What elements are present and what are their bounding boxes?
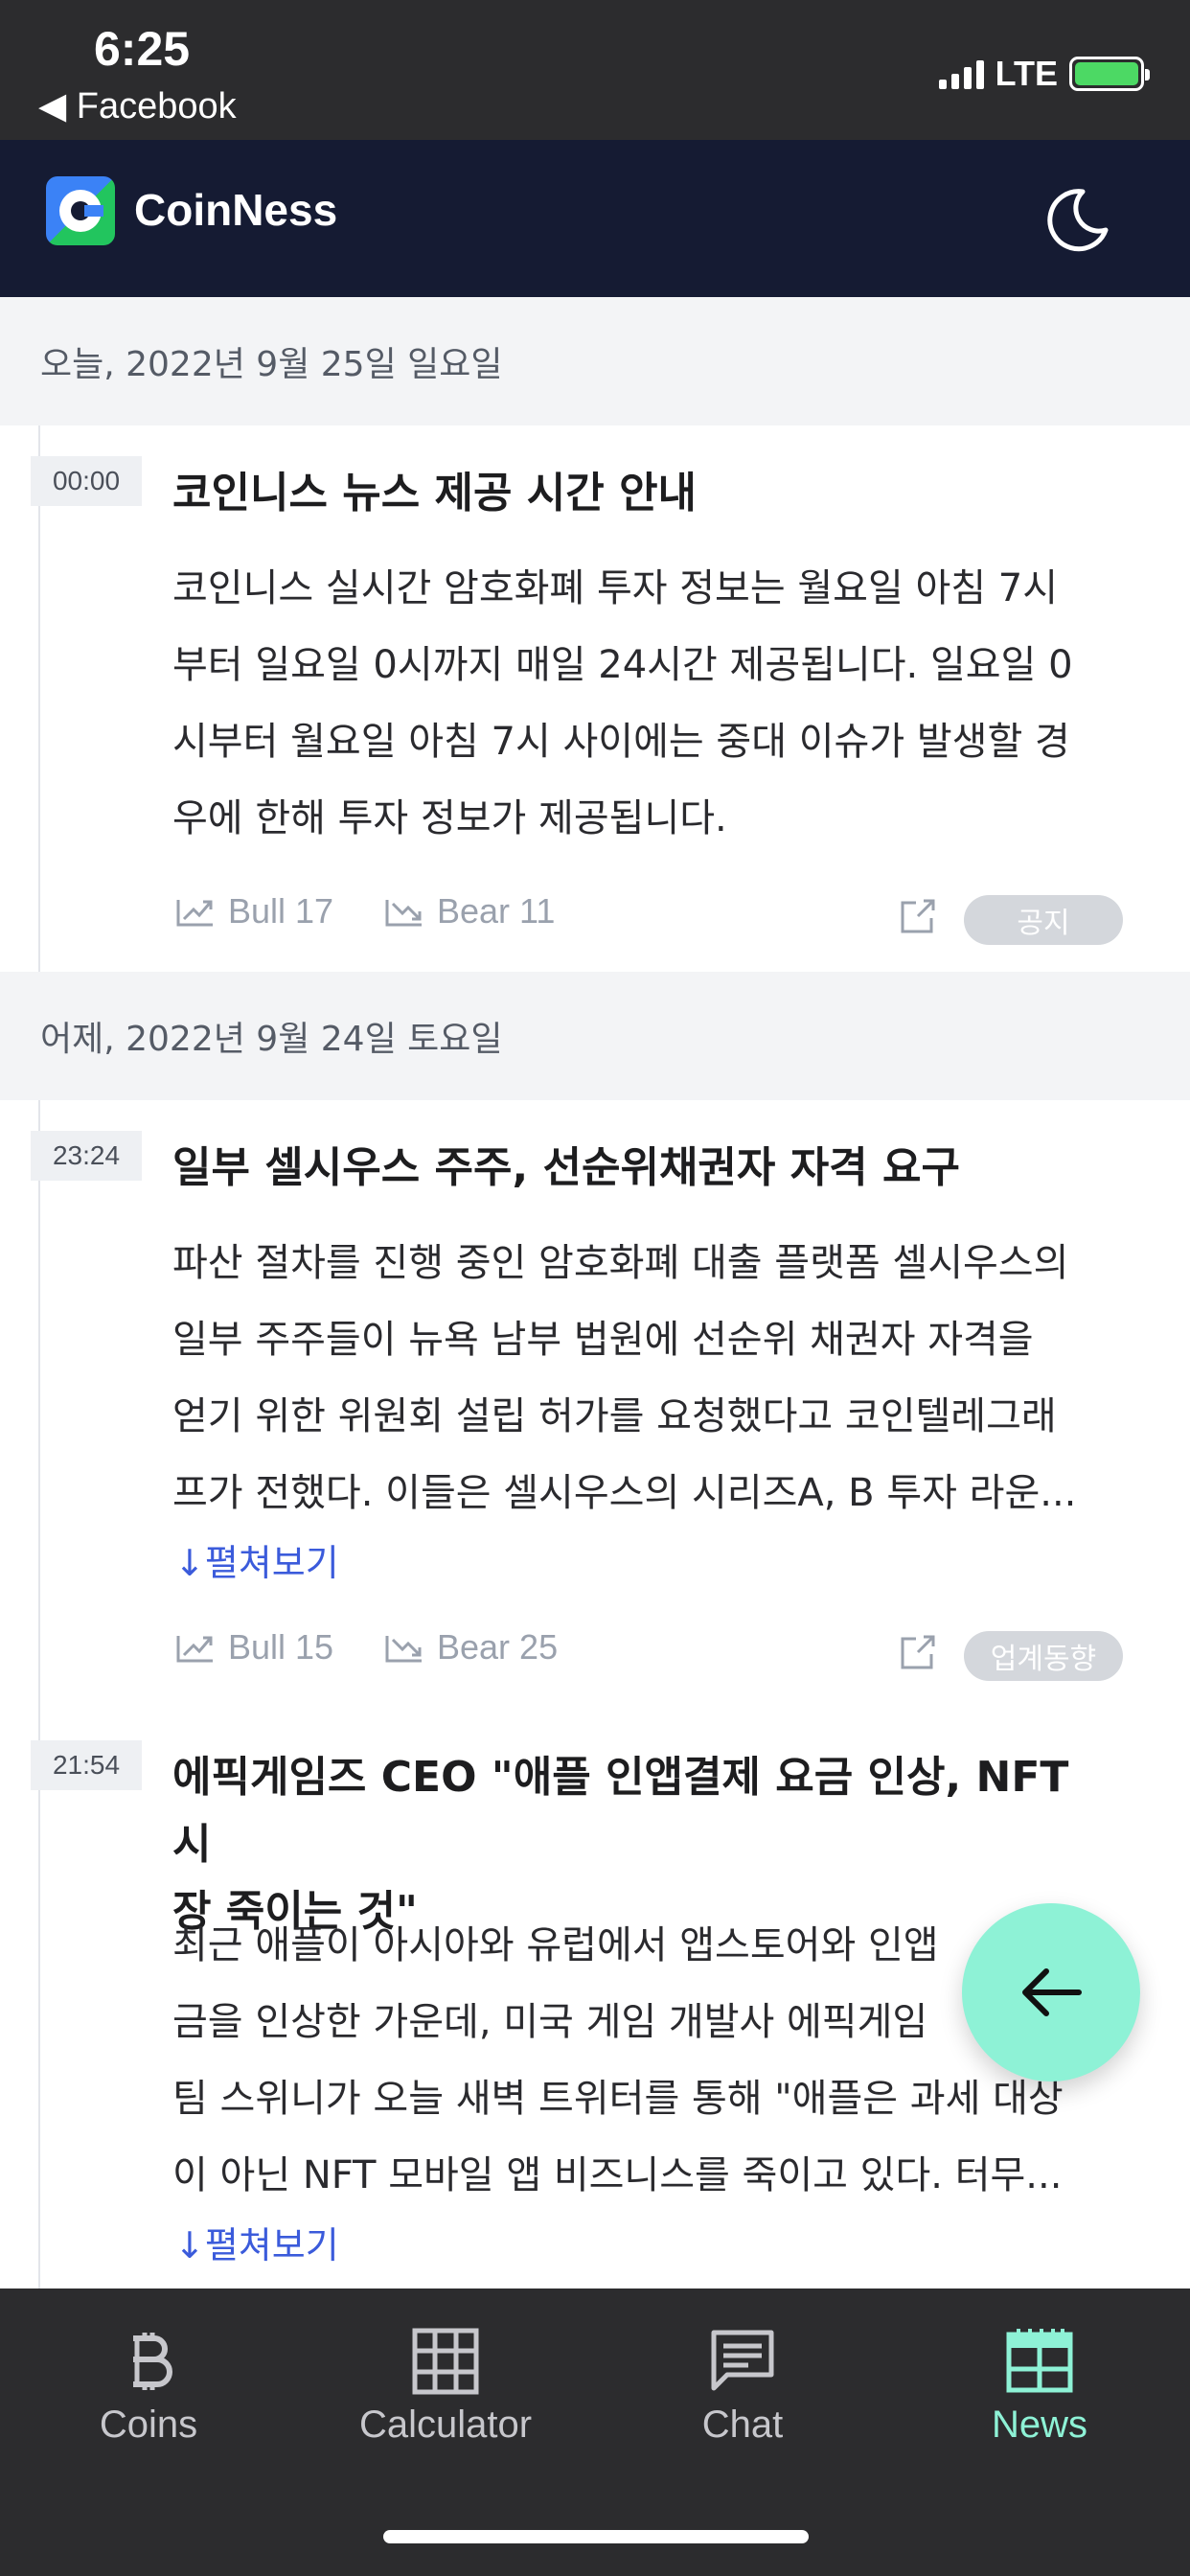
status-indicators: LTE — [938, 54, 1150, 94]
app-header: CoinNess — [0, 140, 1190, 297]
news-icon — [1006, 2329, 1073, 2393]
bear-count: Bear 11 — [437, 891, 556, 931]
nav-chat[interactable]: Chat — [594, 2325, 891, 2447]
bitcoin-icon — [133, 2333, 172, 2390]
news-body[interactable]: 파산 절차를 진행 중인 암호화폐 대출 플랫폼 셀시우스의 일부 주주들이 뉴… — [172, 1225, 1121, 1531]
news-body-line: 코인니스 실시간 암호화폐 투자 정보는 월요일 아침 7시 — [172, 566, 1059, 610]
bear-button[interactable]: Bear 11 — [383, 891, 555, 932]
news-title[interactable]: 코인니스 뉴스 제공 시간 안내 — [172, 460, 1111, 527]
bear-count: Bear 25 — [437, 1627, 559, 1667]
share-icon[interactable] — [897, 895, 939, 937]
news-body-line: 팀 스위니가 오늘 새벽 트위터를 통해 "애플은 과세 대상 — [172, 2077, 1064, 2121]
timeline-line — [38, 426, 40, 972]
nav-label: Coins — [99, 2404, 198, 2446]
nav-label: Calculator — [358, 2404, 533, 2446]
news-body-line: 파산 절차를 진행 중인 암호화폐 대출 플랫폼 셀시우스의 — [172, 1241, 1069, 1285]
nav-calculator[interactable]: Calculator — [297, 2325, 594, 2447]
news-body-line: 프가 전했다. 이들은 셀시우스의 시리즈A, B 투자 라운... — [172, 1471, 1077, 1515]
news-actions: Bull 17 Bear 11 공지 — [172, 891, 1131, 949]
timeline-line — [38, 1100, 40, 2288]
news-body-line: 이 아닌 NFT 모바일 앱 비즈니스를 죽이고 있다. 터무... — [172, 2153, 1063, 2197]
news-body-line: 얻기 위한 위원회 설립 허가를 요청했다고 코인텔레그래 — [172, 1394, 1057, 1438]
nav-news[interactable]: News — [891, 2325, 1188, 2447]
home-indicator — [383, 2530, 809, 2543]
expand-link[interactable]: ↓펼쳐보기 — [174, 2216, 339, 2268]
bear-button[interactable]: Bear 25 — [383, 1627, 558, 1668]
news-body-line: 시부터 월요일 아침 7시 사이에는 중대 이슈가 발생할 경 — [172, 720, 1070, 764]
trend-up-icon — [176, 1636, 213, 1663]
category-tag[interactable]: 업계동향 — [964, 1631, 1123, 1681]
news-body[interactable]: 코인니스 실시간 암호화폐 투자 정보는 월요일 아침 7시 부터 일요일 0시… — [172, 550, 1121, 857]
news-body-line: 일부 주주들이 뉴욕 남부 법원에 선순위 채권자 자격을 — [172, 1318, 1034, 1362]
time-badge: 23:24 — [31, 1131, 142, 1181]
grid-icon — [412, 2328, 479, 2395]
category-tag[interactable]: 공지 — [964, 895, 1123, 945]
trend-down-icon — [385, 900, 422, 927]
news-body-line: 우에 한해 투자 정보가 제공됩니다. — [172, 796, 727, 840]
date-header: 어제, 2022년 9월 24일 토요일 — [0, 972, 1190, 1100]
bull-count: Bull 15 — [228, 1627, 334, 1667]
bull-button[interactable]: Bull 17 — [174, 891, 333, 932]
back-fab-button[interactable] — [962, 1903, 1140, 2082]
nav-coins[interactable]: Coins — [0, 2325, 297, 2447]
arrow-left-icon — [1022, 1968, 1082, 2016]
news-title[interactable]: 일부 셀시우스 주주, 선순위채권자 자격 요구 — [172, 1135, 1111, 1202]
coinness-logo-icon — [46, 176, 115, 245]
news-title-line: 에픽게임즈 CEO "애플 인앱결제 요금 인상, NFT 시 — [172, 1753, 1069, 1869]
expand-link[interactable]: ↓펼쳐보기 — [174, 1533, 339, 1586]
status-time: 6:25 — [94, 22, 191, 76]
bull-count: Bull 17 — [228, 891, 334, 931]
trend-down-icon — [385, 1636, 422, 1663]
signal-icon — [938, 58, 984, 89]
moon-icon[interactable] — [1044, 186, 1111, 253]
time-badge: 00:00 — [31, 456, 142, 506]
date-header: 오늘, 2022년 9월 25일 일요일 — [0, 297, 1190, 426]
time-badge: 21:54 — [31, 1740, 142, 1790]
status-bar: 6:25 ◀ Facebook LTE — [0, 0, 1190, 140]
news-actions: Bull 15 Bear 25 업계동향 — [172, 1627, 1131, 1685]
chat-icon — [711, 2330, 774, 2391]
brand-name: CoinNess — [134, 185, 338, 235]
nav-label: Chat — [701, 2404, 784, 2446]
battery-icon — [1069, 57, 1150, 91]
share-icon[interactable] — [897, 1631, 939, 1673]
trend-up-icon — [176, 900, 213, 927]
bull-button[interactable]: Bull 15 — [174, 1627, 333, 1668]
network-label: LTE — [995, 54, 1058, 93]
nav-label: News — [991, 2404, 1088, 2446]
news-body-line: 부터 일요일 0시까지 매일 24시간 제공됩니다. 일요일 0 — [172, 643, 1073, 687]
back-to-facebook-link[interactable]: ◀ Facebook — [38, 84, 237, 127]
